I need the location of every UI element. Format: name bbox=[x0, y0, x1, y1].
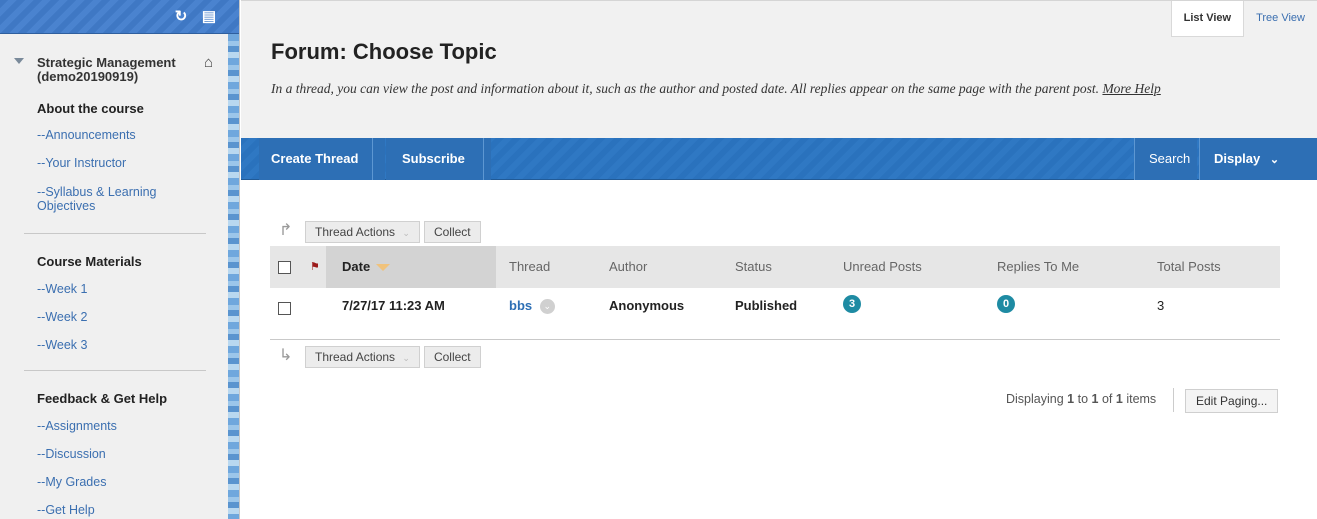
sidebar-toolbar: ↻ ▤ bbox=[0, 0, 239, 34]
action-bar: Create Thread Subscribe Search Display ⌄ bbox=[241, 138, 1317, 180]
description-text: In a thread, you can view the post and i… bbox=[271, 81, 1100, 96]
view-tabs: List View Tree View bbox=[1170, 1, 1317, 37]
paging-summary: Displaying 1 to 1 of 1 items bbox=[1006, 392, 1156, 406]
paging-word: Displaying bbox=[1006, 392, 1064, 406]
thread-actions-button[interactable]: Thread Actions ⌄ bbox=[305, 346, 420, 368]
table-row: 7/27/17 11:23 AM bbs ⌄ Anonymous Publish… bbox=[270, 288, 1280, 340]
tab-list-view[interactable]: List View bbox=[1170, 1, 1245, 37]
more-help-link[interactable]: More Help bbox=[1102, 81, 1160, 96]
thread-link[interactable]: bbs bbox=[509, 298, 532, 313]
nav-link-announcements[interactable]: --Announcements bbox=[37, 128, 217, 142]
nav-link-week-2[interactable]: --Week 2 bbox=[37, 310, 217, 324]
paging-to: 1 bbox=[1091, 392, 1099, 406]
thread-actions-label: Thread Actions bbox=[315, 350, 396, 364]
collapse-caret-icon[interactable] bbox=[14, 58, 24, 64]
nav-link-week-3[interactable]: --Week 3 bbox=[37, 338, 217, 352]
col-author[interactable]: Author bbox=[609, 246, 647, 288]
col-date-label: Date bbox=[342, 259, 371, 274]
thread-options-icon[interactable]: ⌄ bbox=[539, 299, 555, 315]
sidebar-resize-strip[interactable] bbox=[228, 34, 239, 519]
nav-link-instructor[interactable]: --Your Instructor bbox=[37, 156, 217, 170]
nav-link-syllabus[interactable]: --Syllabus & Learning Objectives bbox=[37, 185, 187, 213]
unread-posts-badge[interactable]: 3 bbox=[843, 295, 861, 313]
page-header: List View Tree View Forum: Choose Topic … bbox=[241, 0, 1317, 138]
course-title[interactable]: Strategic Management (demo20190919) bbox=[37, 56, 197, 84]
subscribe-button[interactable]: Subscribe bbox=[386, 138, 484, 180]
display-label: Display bbox=[1214, 151, 1261, 166]
nav-link-assignments[interactable]: --Assignments bbox=[37, 419, 217, 433]
nav-link-discussion[interactable]: --Discussion bbox=[37, 447, 217, 461]
paging-to-word: to bbox=[1077, 392, 1089, 406]
paging-total: 1 bbox=[1115, 392, 1123, 406]
sort-caret-icon bbox=[376, 264, 391, 272]
select-all-checkbox[interactable] bbox=[278, 261, 291, 274]
course-sidebar: ↻ ▤ Strategic Management (demo20190919) … bbox=[0, 0, 240, 519]
paging-divider bbox=[1173, 388, 1174, 412]
thread-actions-top: ↱ Thread Actions ⌄ Collect bbox=[279, 221, 481, 243]
thread-actions-button[interactable]: Thread Actions ⌄ bbox=[305, 221, 420, 243]
row-author: Anonymous bbox=[609, 298, 685, 313]
col-date[interactable]: Date bbox=[342, 246, 391, 288]
page-description: In a thread, you can view the post and i… bbox=[271, 78, 1271, 99]
row-thread-cell: bbs ⌄ bbox=[509, 298, 555, 315]
double-chevron-down-icon: ⌄ bbox=[402, 228, 410, 238]
thread-actions-bottom: ↳ Thread Actions ⌄ Collect bbox=[279, 346, 481, 368]
col-replies-to-me[interactable]: Replies To Me bbox=[997, 246, 1079, 288]
display-menu-button[interactable]: Display ⌄ bbox=[1199, 138, 1293, 180]
arrow-corner-icon: ↱ bbox=[279, 222, 293, 239]
chevron-down-icon: ⌄ bbox=[1269, 154, 1280, 166]
nav-link-get-help[interactable]: --Get Help bbox=[37, 503, 217, 517]
double-chevron-down-icon: ⌄ bbox=[402, 353, 410, 363]
nav-divider bbox=[24, 370, 206, 371]
nav-divider bbox=[24, 233, 206, 234]
paging-from: 1 bbox=[1067, 392, 1075, 406]
tab-tree-view[interactable]: Tree View bbox=[1244, 1, 1317, 37]
table-header: ⚑ Date Thread Author Status Unread Posts… bbox=[270, 246, 1280, 288]
page-title: Forum: Choose Topic bbox=[271, 39, 497, 64]
col-unread-posts[interactable]: Unread Posts bbox=[843, 246, 922, 288]
nav-heading-materials: Course Materials bbox=[37, 254, 142, 269]
paging-of-word: of bbox=[1101, 392, 1113, 406]
collect-button[interactable]: Collect bbox=[423, 346, 481, 368]
nav-heading-feedback: Feedback & Get Help bbox=[37, 391, 168, 406]
thread-actions-label: Thread Actions bbox=[315, 225, 396, 239]
col-status[interactable]: Status bbox=[735, 246, 772, 288]
col-total-posts[interactable]: Total Posts bbox=[1157, 246, 1221, 288]
create-thread-button[interactable]: Create Thread bbox=[259, 138, 374, 180]
edit-paging-button[interactable]: Edit Paging... bbox=[1185, 389, 1279, 413]
collect-button[interactable]: Collect bbox=[423, 221, 481, 243]
row-total-posts: 3 bbox=[1157, 298, 1165, 313]
row-date: 7/27/17 11:23 AM bbox=[342, 298, 445, 313]
row-checkbox[interactable] bbox=[278, 302, 291, 315]
nav-link-week-1[interactable]: --Week 1 bbox=[37, 282, 217, 296]
replies-to-me-badge[interactable]: 0 bbox=[997, 295, 1015, 313]
search-button[interactable]: Search bbox=[1134, 138, 1190, 180]
refresh-icon[interactable]: ↻ bbox=[172, 8, 190, 26]
col-thread[interactable]: Thread bbox=[509, 246, 550, 288]
row-status: Published bbox=[735, 298, 798, 313]
paging-items-word: items bbox=[1126, 392, 1157, 406]
nav-heading-about[interactable]: About the course bbox=[37, 101, 144, 116]
home-icon[interactable]: ⌂ bbox=[204, 55, 213, 70]
folder-icon[interactable]: ▤ bbox=[200, 8, 218, 26]
nav-link-grades[interactable]: --My Grades bbox=[37, 475, 217, 489]
flag-icon[interactable]: ⚑ bbox=[310, 260, 320, 273]
arrow-corner-icon: ↳ bbox=[279, 347, 293, 364]
main-content: List View Tree View Forum: Choose Topic … bbox=[241, 0, 1317, 519]
